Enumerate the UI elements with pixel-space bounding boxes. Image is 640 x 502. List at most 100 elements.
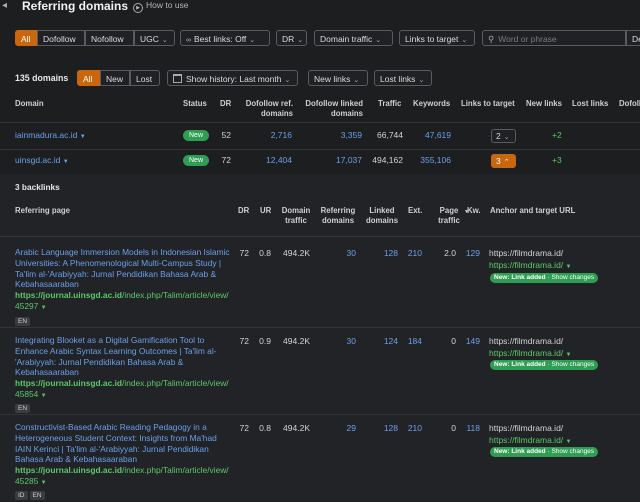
bl-col-page-traffic[interactable]: Page traffic ▼ (434, 206, 469, 226)
bl-target[interactable]: https://filmdrama.id/ ▼ (489, 348, 572, 358)
chevron-down-icon: ⌄ (503, 134, 510, 141)
dr-label: DR (282, 34, 295, 44)
bl-col-anchor[interactable]: Anchor and target URL (490, 206, 575, 216)
filter-ugc[interactable]: UGC ⌄ (134, 30, 175, 46)
col-dr[interactable]: DR (220, 99, 231, 109)
chevron-down-icon: ⌄ (297, 37, 304, 44)
bl-target-url: https://filmdrama.id/ (489, 435, 564, 445)
bl-target[interactable]: https://filmdrama.id/ ▼ (489, 260, 572, 270)
bl-col-referring-domains[interactable]: Referring domains (318, 206, 358, 226)
domain-link[interactable]: uinsgd.ac.id ▼ (15, 155, 69, 165)
bl-ref-domains[interactable]: 29 (340, 423, 356, 433)
backlink-title[interactable]: Constructivist-Based Arabic Reading Peda… (15, 422, 230, 465)
chevron-down-icon: ▼ (565, 352, 572, 358)
domain-linked-domains[interactable]: 17,037 (320, 155, 362, 165)
bl-kw[interactable]: 129 (462, 248, 480, 258)
domain-traffic: 66,744 (377, 130, 403, 140)
bl-kw[interactable]: 118 (462, 423, 480, 433)
status-badge: New (183, 155, 210, 166)
bl-col-ur[interactable]: UR (260, 206, 271, 216)
chevron-down-icon: ⌄ (418, 77, 425, 84)
col-dofollow-linked-domains[interactable]: Dofollow linked domains (300, 99, 363, 119)
badge-new-label: New: Link added (494, 361, 546, 368)
domain-linked-domains[interactable]: 3,359 (320, 130, 362, 140)
best-links-dropdown[interactable]: ∞ Best links: Off ⌄ (180, 30, 270, 46)
domains-filter-new[interactable]: New (100, 70, 130, 86)
col-dofollow-more[interactable]: Dofollo (619, 99, 640, 109)
bl-ext[interactable]: 210 (404, 423, 422, 433)
filter-dofollow[interactable]: Dofollow (37, 30, 85, 46)
domains-filter-all[interactable]: All (77, 70, 100, 86)
domain-link[interactable]: iainmadura.ac.id ▼ (15, 130, 86, 140)
search-input[interactable]: ⚲ Word or phrase (482, 30, 626, 46)
bl-anchor[interactable]: https://filmdrama.id/ (489, 336, 563, 346)
bl-ref-domains[interactable]: 30 (340, 336, 356, 346)
bl-anchor[interactable]: https://filmdrama.id/ (489, 423, 563, 433)
backlink-url[interactable]: https://journal.uinsgd.ac.id/index.php/T… (15, 465, 230, 489)
best-links-label: Best links: Off (194, 34, 247, 44)
chevron-down-icon: ⌄ (353, 77, 360, 84)
bl-kw[interactable]: 149 (462, 336, 480, 346)
links-to-target-toggle[interactable]: 3 ⌃ (491, 154, 516, 168)
col-status[interactable]: Status (183, 99, 207, 109)
history-dropdown[interactable]: Show history: Last month ⌄ (167, 70, 298, 86)
link-added-badge[interactable]: New: Link added · Show changes (490, 273, 599, 283)
bl-col-dr[interactable]: DR (238, 206, 249, 216)
filter-nofollow[interactable]: Nofollow (85, 30, 134, 46)
domains-filter-lost[interactable]: Lost (130, 70, 160, 86)
bl-col-linked-domains[interactable]: Linked domains (364, 206, 400, 226)
bl-linked-domains[interactable]: 128 (380, 423, 398, 433)
links-to-target-dropdown[interactable]: Links to target ⌄ (399, 30, 475, 46)
bl-target[interactable]: https://filmdrama.id/ ▼ (489, 435, 572, 445)
col-keywords[interactable]: Keywords (413, 99, 450, 109)
backlink-title[interactable]: Arabic Language Immersion Models in Indo… (15, 247, 230, 290)
backlink-title[interactable]: Integrating Blooket as a Digital Gamific… (15, 335, 230, 378)
backlink-url[interactable]: https://journal.uinsgd.ac.id/index.php/T… (15, 378, 230, 402)
domain-keywords[interactable]: 355,106 (410, 155, 451, 165)
links-to-target-label: Links to target (405, 34, 459, 44)
bl-ref-domains[interactable]: 30 (340, 248, 356, 258)
show-changes-link[interactable]: Show changes (551, 448, 594, 455)
filter-all[interactable]: All (15, 30, 37, 46)
col-dofollow-ref-domains[interactable]: Dofollow ref. domains (240, 99, 293, 119)
bl-col-kw[interactable]: Kw. (467, 206, 481, 216)
backlink-url[interactable]: https://journal.uinsgd.ac.id/index.php/T… (15, 290, 230, 314)
link-added-badge[interactable]: New: Link added · Show changes (490, 447, 599, 457)
domain-ref-domains[interactable]: 12,404 (250, 155, 292, 165)
show-changes-link[interactable]: Show changes (551, 361, 594, 368)
col-traffic[interactable]: Traffic (378, 99, 401, 109)
bl-ext[interactable]: 210 (404, 248, 422, 258)
new-links-dropdown[interactable]: New links ⌄ (308, 70, 368, 86)
bl-col-referring-page[interactable]: Referring page (15, 206, 70, 216)
col-links-to-target[interactable]: Links to target (461, 99, 515, 109)
bl-linked-domains[interactable]: 124 (380, 336, 398, 346)
bl-page-traffic: 2.0 (444, 248, 456, 258)
domain-traffic-dropdown[interactable]: Domain traffic ⌄ (314, 30, 393, 46)
bl-ext[interactable]: 184 (404, 336, 422, 346)
domain-keywords[interactable]: 47,619 (410, 130, 451, 140)
bl-domain-traffic: 494.2K (283, 248, 310, 258)
caret-left-icon[interactable]: ◂ (2, 0, 7, 11)
bl-target-url: https://filmdrama.id/ (489, 260, 564, 270)
bl-anchor[interactable]: https://filmdrama.id/ (489, 248, 563, 258)
chevron-down-icon: ▼ (40, 392, 47, 399)
domain-ref-domains[interactable]: 2,716 (250, 130, 292, 140)
backlink-url-domain: https://journal.uinsgd.ac.id (15, 465, 123, 475)
lost-links-dropdown[interactable]: Lost links ⌄ (374, 70, 432, 86)
show-changes-link[interactable]: Show changes (551, 274, 594, 281)
bl-col-domain-traffic[interactable]: Domain traffic (280, 206, 312, 226)
chevron-up-icon: ⌃ (503, 159, 510, 166)
chevron-down-icon: ⌄ (249, 37, 256, 44)
link-added-badge[interactable]: New: Link added · Show changes (490, 360, 599, 370)
col-domain[interactable]: Domain (15, 99, 44, 109)
bl-linked-domains[interactable]: 128 (380, 248, 398, 258)
dr-dropdown[interactable]: DR ⌄ (276, 30, 307, 46)
how-to-use-link[interactable]: ▶ How to use (133, 0, 189, 13)
lang-tag: EN (29, 491, 45, 500)
bl-domain-traffic: 494.2K (283, 423, 310, 433)
links-to-target-toggle[interactable]: 2 ⌄ (491, 129, 516, 143)
bl-col-ext[interactable]: Ext. (408, 206, 422, 216)
col-new-links[interactable]: New links (526, 99, 562, 109)
search-mode-dropdown[interactable]: De (626, 30, 640, 46)
col-lost-links[interactable]: Lost links (572, 99, 608, 109)
